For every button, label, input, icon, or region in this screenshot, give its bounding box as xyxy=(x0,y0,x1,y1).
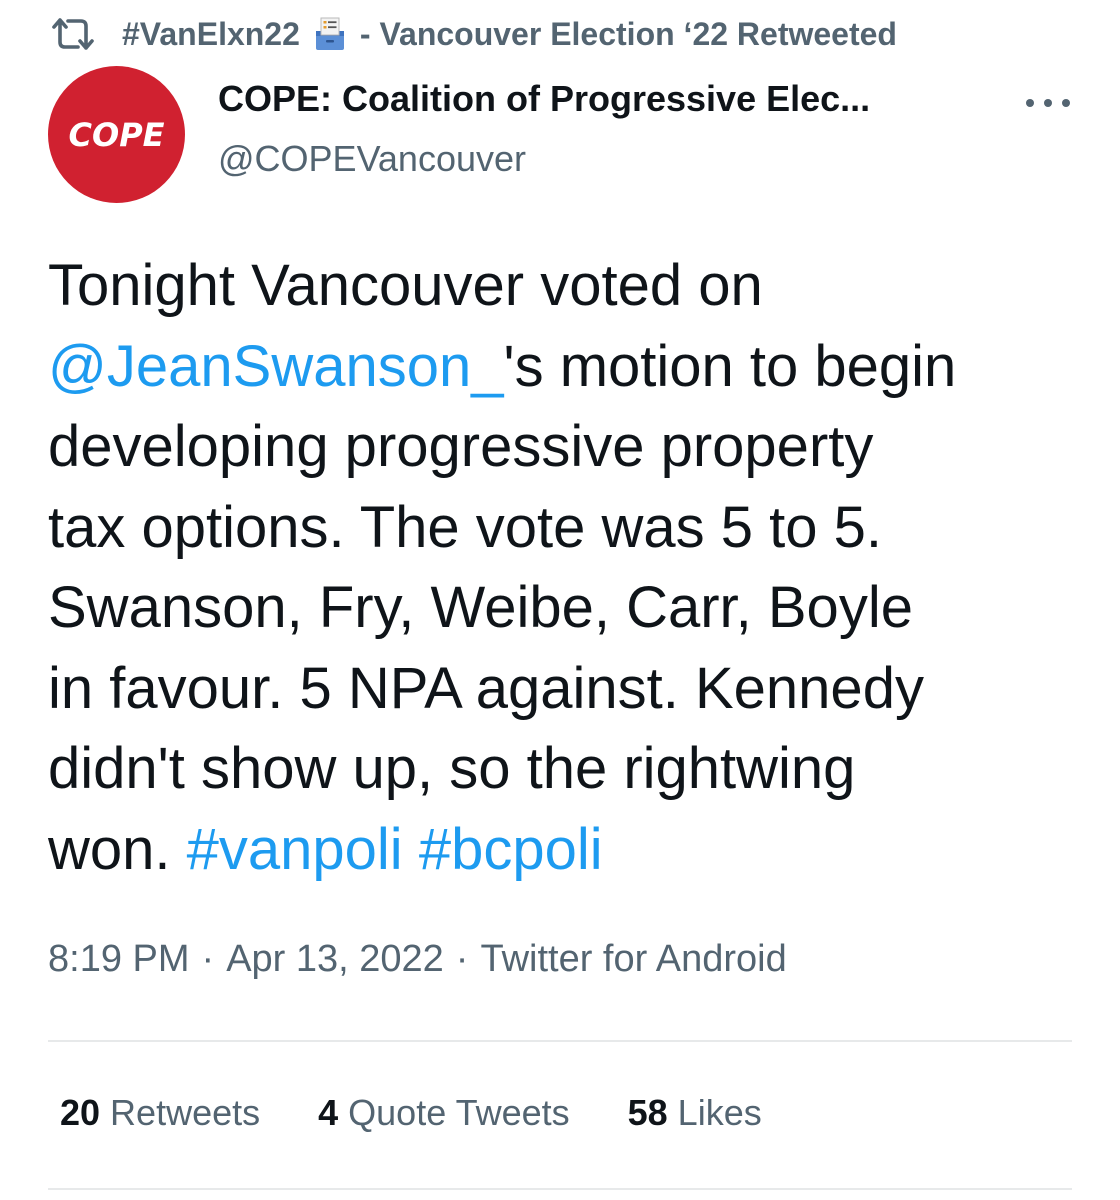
tweet-line: won. #vanpoli #bcpoli xyxy=(48,810,1088,891)
ballot-box-icon xyxy=(315,17,344,50)
tweet-line: @JeanSwanson_'s motion to begin xyxy=(48,327,1088,408)
tweet-text-segment xyxy=(403,817,419,882)
quote-tweets-stat[interactable]: 4 Quote Tweets xyxy=(318,1092,570,1134)
tweet-line: tax options. The vote was 5 to 5. xyxy=(48,488,1088,569)
tweet-time[interactable]: 8:19 PM xyxy=(48,938,190,980)
likes-stat[interactable]: 58 Likes xyxy=(628,1092,762,1134)
likes-count: 58 xyxy=(627,1092,668,1133)
tweet-line: Tonight Vancouver voted on xyxy=(48,246,1088,327)
tweet-metadata: 8:19 PM · Apr 13, 2022 · Twitter for Android xyxy=(48,938,787,981)
likes-label: Likes xyxy=(677,1092,762,1133)
mention-link[interactable]: @JeanSwanson_ xyxy=(48,334,504,399)
retweets-count: 20 xyxy=(60,1092,101,1133)
tweet-source[interactable]: Twitter for Android xyxy=(480,938,786,980)
tweet-text-segment: Swanson, Fry, Weibe, Carr, Boyle xyxy=(48,575,913,640)
tweet-line: Swanson, Fry, Weibe, Carr, Boyle xyxy=(48,568,1088,649)
tweet-text: Tonight Vancouver voted on @JeanSwanson_… xyxy=(48,246,1088,890)
tweet-stats: 20 Retweets 4 Quote Tweets 58 Likes xyxy=(60,1092,820,1134)
retweets-stat[interactable]: 20 Retweets xyxy=(60,1092,260,1134)
hashtag-link-vanpoli[interactable]: #vanpoli xyxy=(187,817,403,882)
tweet-line: in favour. 5 NPA against. Kennedy xyxy=(48,649,1088,730)
author-handle[interactable]: @COPEVancouver xyxy=(218,138,526,180)
quote-tweets-count: 4 xyxy=(318,1092,339,1133)
tweet-text-segment: 's motion to begin xyxy=(503,333,957,399)
divider xyxy=(48,1040,1072,1042)
tweet-text-segment: in favour. 5 NPA against. Kennedy xyxy=(48,655,924,721)
hashtag-link-bcpoli[interactable]: #bcpoli xyxy=(419,817,603,882)
meta-separator: · xyxy=(201,938,215,980)
retweets-label: Retweets xyxy=(110,1092,261,1133)
tweet-text-segment: tax options. The vote was 5 to 5. xyxy=(48,494,882,560)
avatar[interactable]: COPE xyxy=(48,66,185,203)
retweet-context-text[interactable]: - Vancouver Election ‘22 Retweeted xyxy=(360,16,897,53)
avatar-logo-text: COPE xyxy=(68,115,165,154)
tweet-line: didn't show up, so the rightwing xyxy=(48,729,1088,810)
meta-separator: · xyxy=(455,938,469,980)
retweet-context-bar[interactable]: #VanElxn22 - Vancouver Election ‘22 Retw… xyxy=(50,12,897,56)
tweet-date[interactable]: Apr 13, 2022 xyxy=(226,938,444,980)
author-display-name[interactable]: COPE: Coalition of Progressive Elec... xyxy=(218,78,870,120)
quote-tweets-label: Quote Tweets xyxy=(348,1092,570,1133)
retweet-icon xyxy=(52,18,94,50)
tweet-text-segment: Tonight Vancouver voted on xyxy=(48,253,763,318)
divider xyxy=(48,1188,1072,1190)
tweet-text-segment: won. xyxy=(48,816,187,882)
more-horizontal-icon[interactable] xyxy=(1020,88,1076,118)
tweet-line: developing progressive property xyxy=(48,407,1088,488)
tweet-text-segment: didn't show up, so the rightwing xyxy=(48,736,856,801)
tweet-text-segment: developing progressive property xyxy=(48,414,874,479)
retweet-context-hashtag[interactable]: #VanElxn22 xyxy=(122,16,300,53)
